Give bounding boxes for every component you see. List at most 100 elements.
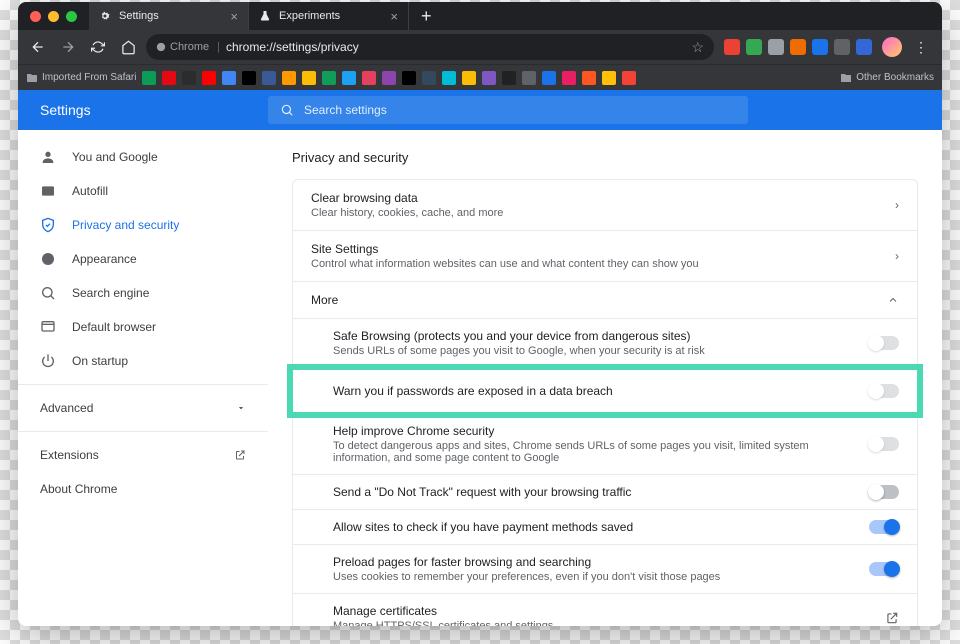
bookmark-item[interactable] bbox=[342, 71, 356, 85]
tab-label: Settings bbox=[119, 10, 159, 22]
close-tab-icon[interactable]: × bbox=[230, 9, 238, 24]
sidebar-advanced-toggle[interactable]: Advanced bbox=[18, 391, 268, 425]
kebab-menu-icon[interactable]: ⋮ bbox=[908, 39, 934, 56]
tab-experiments[interactable]: Experiments × bbox=[249, 2, 409, 30]
profile-avatar[interactable] bbox=[882, 37, 902, 57]
sidebar-item-autofill[interactable]: Autofill bbox=[18, 174, 268, 208]
extension-icon[interactable] bbox=[768, 39, 784, 55]
extension-icon[interactable] bbox=[856, 39, 872, 55]
subrow-help-improve-security[interactable]: Help improve Chrome security To detect d… bbox=[293, 414, 917, 475]
sidebar-item-on-startup[interactable]: On startup bbox=[18, 344, 268, 378]
open-in-new-icon bbox=[234, 449, 246, 461]
bookmark-item[interactable] bbox=[482, 71, 496, 85]
close-window-button[interactable] bbox=[30, 11, 41, 22]
sidebar-item-you-and-google[interactable]: You and Google bbox=[18, 140, 268, 174]
highlight-password-breach: Warn you if passwords are exposed in a d… bbox=[287, 364, 923, 418]
bookmark-item[interactable] bbox=[282, 71, 296, 85]
bookmark-item[interactable] bbox=[622, 71, 636, 85]
extension-icon[interactable] bbox=[834, 39, 850, 55]
bookmarks-bar: Imported From Safari Other Bookmarks bbox=[18, 64, 942, 90]
bookmark-item[interactable] bbox=[462, 71, 476, 85]
reload-button[interactable] bbox=[86, 35, 110, 59]
bookmark-star-icon[interactable]: ☆ bbox=[691, 39, 704, 56]
autofill-icon bbox=[40, 183, 56, 199]
sidebar: You and Google Autofill Privacy and secu… bbox=[18, 130, 268, 626]
power-icon bbox=[40, 353, 56, 369]
extension-icon[interactable] bbox=[790, 39, 806, 55]
subrow-password-breach-warning[interactable]: Warn you if passwords are exposed in a d… bbox=[293, 370, 917, 412]
toggle-preload-pages[interactable] bbox=[869, 562, 899, 576]
address-bar[interactable]: Chrome ☆ bbox=[146, 34, 714, 60]
back-button[interactable] bbox=[26, 35, 50, 59]
bookmark-item[interactable] bbox=[582, 71, 596, 85]
person-icon bbox=[40, 149, 56, 165]
subrow-preload-pages[interactable]: Preload pages for faster browsing and se… bbox=[293, 545, 917, 594]
search-settings-box[interactable] bbox=[268, 96, 748, 124]
new-tab-button[interactable]: + bbox=[409, 2, 444, 30]
bookmark-item[interactable] bbox=[262, 71, 276, 85]
sidebar-about-chrome-link[interactable]: About Chrome bbox=[18, 472, 268, 506]
bookmark-item[interactable] bbox=[522, 71, 536, 85]
search-settings-input[interactable] bbox=[304, 103, 736, 117]
bookmark-item[interactable] bbox=[222, 71, 236, 85]
extension-icon[interactable] bbox=[724, 39, 740, 55]
toggle-do-not-track[interactable] bbox=[869, 485, 899, 499]
toggle-safe-browsing[interactable] bbox=[869, 336, 899, 350]
bookmark-item[interactable] bbox=[302, 71, 316, 85]
search-icon bbox=[280, 103, 294, 117]
bookmark-folder-imported[interactable]: Imported From Safari bbox=[26, 72, 136, 84]
row-more-expander[interactable]: More bbox=[293, 282, 917, 319]
bookmark-item[interactable] bbox=[542, 71, 556, 85]
row-clear-browsing-data[interactable]: Clear browsing data Clear history, cooki… bbox=[293, 180, 917, 231]
subrow-payment-methods-check[interactable]: Allow sites to check if you have payment… bbox=[293, 510, 917, 545]
toolbar: Chrome ☆ ⋮ bbox=[18, 30, 942, 64]
bookmark-item[interactable] bbox=[182, 71, 196, 85]
sidebar-item-search-engine[interactable]: Search engine bbox=[18, 276, 268, 310]
settings-card: Clear browsing data Clear history, cooki… bbox=[292, 179, 918, 626]
bookmark-item[interactable] bbox=[142, 71, 156, 85]
sidebar-item-default-browser[interactable]: Default browser bbox=[18, 310, 268, 344]
close-tab-icon[interactable]: × bbox=[390, 9, 398, 24]
extension-icons bbox=[720, 39, 876, 55]
toggle-payment-methods[interactable] bbox=[869, 520, 899, 534]
browser-window: Settings × Experiments × + Chro bbox=[18, 2, 942, 626]
bookmark-item[interactable] bbox=[382, 71, 396, 85]
bookmark-item[interactable] bbox=[422, 71, 436, 85]
url-input[interactable] bbox=[226, 40, 685, 54]
search-icon bbox=[40, 285, 56, 301]
bookmark-item[interactable] bbox=[502, 71, 516, 85]
subrow-manage-certificates[interactable]: Manage certificates Manage HTTPS/SSL cer… bbox=[293, 594, 917, 626]
bookmark-item[interactable] bbox=[602, 71, 616, 85]
bookmark-folder-other[interactable]: Other Bookmarks bbox=[840, 72, 934, 84]
content-area: You and Google Autofill Privacy and secu… bbox=[18, 130, 942, 626]
tab-label: Experiments bbox=[279, 10, 340, 22]
toggle-password-breach[interactable] bbox=[869, 384, 899, 398]
chevron-right-icon: › bbox=[895, 198, 899, 212]
bookmark-item[interactable] bbox=[322, 71, 336, 85]
forward-button[interactable] bbox=[56, 35, 80, 59]
extension-icon[interactable] bbox=[746, 39, 762, 55]
bookmark-item[interactable] bbox=[402, 71, 416, 85]
bookmark-item[interactable] bbox=[362, 71, 376, 85]
site-info-button[interactable]: Chrome bbox=[156, 41, 220, 53]
extension-icon[interactable] bbox=[812, 39, 828, 55]
chevron-right-icon: › bbox=[895, 249, 899, 263]
tab-settings[interactable]: Settings × bbox=[89, 2, 249, 30]
bookmark-item[interactable] bbox=[442, 71, 456, 85]
bookmark-item[interactable] bbox=[162, 71, 176, 85]
sidebar-extensions-link[interactable]: Extensions bbox=[18, 438, 268, 472]
home-button[interactable] bbox=[116, 35, 140, 59]
subrow-safe-browsing[interactable]: Safe Browsing (protects you and your dev… bbox=[293, 319, 917, 368]
bookmark-item[interactable] bbox=[242, 71, 256, 85]
subrow-do-not-track[interactable]: Send a "Do Not Track" request with your … bbox=[293, 475, 917, 510]
bookmark-item[interactable] bbox=[562, 71, 576, 85]
minimize-window-button[interactable] bbox=[48, 11, 59, 22]
maximize-window-button[interactable] bbox=[66, 11, 77, 22]
section-title: Privacy and security bbox=[292, 150, 918, 165]
sidebar-item-privacy-and-security[interactable]: Privacy and security bbox=[18, 208, 268, 242]
sidebar-item-appearance[interactable]: Appearance bbox=[18, 242, 268, 276]
open-in-new-icon bbox=[885, 611, 899, 625]
row-site-settings[interactable]: Site Settings Control what information w… bbox=[293, 231, 917, 282]
bookmark-item[interactable] bbox=[202, 71, 216, 85]
toggle-improve-security[interactable] bbox=[869, 437, 899, 451]
